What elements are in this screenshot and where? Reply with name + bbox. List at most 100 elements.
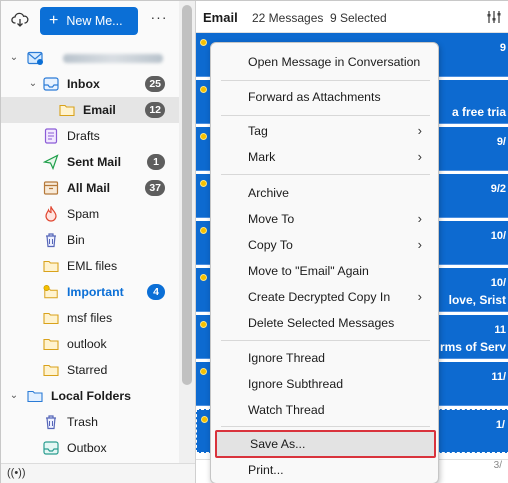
menu-separator — [221, 340, 430, 341]
chevron-right-icon: › — [417, 289, 422, 304]
folder-msf-files[interactable]: msf files — [1, 305, 179, 331]
menu-ignore-subthread[interactable]: Ignore Subthread — [215, 371, 436, 397]
folder-icon — [43, 336, 59, 352]
folder-starred[interactable]: Starred — [1, 357, 179, 383]
folder-label: Starred — [67, 363, 108, 377]
folder-inbox[interactable]: ⌄ Inbox 25 — [1, 71, 179, 97]
account-row[interactable]: ⌄ — [1, 45, 179, 71]
unread-count-badge: 12 — [145, 102, 165, 118]
unread-dot-icon[interactable] — [200, 274, 207, 281]
folder-important[interactable]: Important 4 — [1, 279, 179, 305]
message-date: 11 — [494, 324, 506, 336]
folder-eml-files[interactable]: EML files — [1, 253, 179, 279]
folder-title: Email — [203, 10, 238, 25]
menu-separator — [221, 115, 430, 116]
folder-pane-scrollbar[interactable] — [179, 1, 195, 466]
menu-copy-to[interactable]: Copy To › — [215, 232, 436, 258]
folder-label: Inbox — [67, 77, 100, 91]
menu-item-label: Copy To — [248, 238, 293, 252]
folder-label: Bin — [67, 233, 85, 247]
folder-label: Spam — [67, 207, 100, 221]
status-bar: ((•)) — [1, 463, 195, 483]
message-date: 9/2 — [490, 183, 506, 195]
menu-forward-as-attachments[interactable]: Forward as Attachments — [215, 84, 436, 110]
message-count: 22 Messages — [252, 11, 324, 25]
unread-dot-icon[interactable] — [200, 368, 207, 375]
menu-delete-selected[interactable]: Delete Selected Messages — [215, 310, 436, 336]
folder-label: EML files — [67, 259, 118, 273]
folder-outlook[interactable]: outlook — [1, 331, 179, 357]
account-name-redacted — [63, 54, 163, 63]
inbox-icon — [43, 76, 59, 92]
unread-dot-icon[interactable] — [200, 227, 207, 234]
unread-count-badge: 4 — [147, 284, 165, 300]
chevron-down-icon[interactable]: ⌄ — [8, 390, 20, 402]
unread-dot-icon[interactable] — [200, 180, 207, 187]
folder-sent[interactable]: Sent Mail 1 — [1, 149, 179, 175]
chevron-right-icon: › — [417, 211, 422, 226]
menu-item-label: Mark — [248, 150, 276, 164]
unread-dot-icon[interactable] — [200, 133, 207, 140]
menu-open-in-conversation[interactable]: Open Message in Conversation — [215, 49, 436, 75]
menu-separator — [221, 174, 430, 175]
message-date: 10/ — [490, 230, 506, 242]
menu-watch-thread[interactable]: Watch Thread — [215, 397, 436, 423]
unread-count-badge: 37 — [145, 180, 165, 196]
folder-pane: + New Me... ··· ⌄ ⌄ Inbox 25 Email 12 Dr… — [1, 1, 195, 483]
chevron-down-icon[interactable]: ⌄ — [27, 78, 39, 90]
folder-icon — [43, 258, 59, 274]
folder-label: Sent Mail — [67, 155, 121, 169]
menu-move-again[interactable]: Move to "Email" Again — [215, 258, 436, 284]
trash-icon — [43, 414, 59, 430]
menu-mark[interactable]: Mark › — [215, 144, 436, 170]
menu-create-decrypted-copy[interactable]: Create Decrypted Copy In › — [215, 284, 436, 310]
menu-archive[interactable]: Archive — [215, 180, 436, 206]
menu-ignore-thread[interactable]: Ignore Thread — [215, 345, 436, 371]
folder-email[interactable]: Email 12 — [1, 97, 179, 123]
context-menu: Open Message in Conversation Forward as … — [210, 42, 439, 483]
folder-icon — [43, 362, 59, 378]
menu-tag[interactable]: Tag › — [215, 118, 436, 144]
folder-label: outlook — [67, 337, 107, 351]
folder-tree: ⌄ ⌄ Inbox 25 Email 12 Drafts Sent Mail 1… — [1, 45, 179, 461]
chevron-down-icon[interactable]: ⌄ — [8, 52, 20, 64]
scrollbar-thumb[interactable] — [182, 5, 192, 385]
message-subject: rms of Serv — [439, 340, 506, 354]
get-messages-button[interactable] — [9, 9, 31, 31]
selected-count: 9 Selected — [330, 11, 387, 25]
outbox-icon — [43, 440, 59, 456]
folder-label: Important — [67, 285, 124, 299]
trash-icon — [43, 232, 59, 248]
chevron-right-icon: › — [417, 149, 422, 164]
folder-outbox[interactable]: Outbox — [1, 435, 179, 461]
unread-dot-icon[interactable] — [200, 86, 207, 93]
unread-dot-icon[interactable] — [200, 39, 207, 46]
folder-label: All Mail — [67, 181, 111, 195]
folder-drafts[interactable]: Drafts — [1, 123, 179, 149]
online-status-icon[interactable]: ((•)) — [7, 467, 26, 479]
folder-trash[interactable]: Trash — [1, 409, 179, 435]
menu-item-label: Tag — [248, 124, 268, 138]
local-folders-row[interactable]: ⌄ Local Folders — [1, 383, 179, 409]
folder-all-mail[interactable]: All Mail 37 — [1, 175, 179, 201]
folder-label: msf files — [67, 311, 113, 325]
list-view-options-icon[interactable] — [486, 9, 504, 25]
unread-count-badge: 25 — [145, 76, 165, 92]
menu-save-as[interactable]: Save As... — [215, 430, 436, 458]
mail-account-icon — [27, 50, 43, 66]
local-folder-icon — [27, 388, 43, 404]
unread-dot-icon[interactable] — [200, 321, 207, 328]
menu-separator — [221, 426, 430, 427]
menu-move-to[interactable]: Move To › — [215, 206, 436, 232]
new-message-button[interactable]: + New Me... — [40, 7, 138, 35]
folder-spam[interactable]: Spam — [1, 201, 179, 227]
folder-label: Local Folders — [51, 389, 131, 403]
folder-bin[interactable]: Bin — [1, 227, 179, 253]
more-options-button[interactable]: ··· — [149, 9, 169, 31]
drafts-icon — [43, 128, 59, 144]
menu-print[interactable]: Print... — [215, 457, 436, 483]
unread-dot-icon[interactable] — [201, 416, 208, 423]
archive-box-icon — [43, 180, 59, 196]
unread-count-badge: 1 — [147, 154, 165, 170]
sent-icon — [43, 154, 59, 170]
